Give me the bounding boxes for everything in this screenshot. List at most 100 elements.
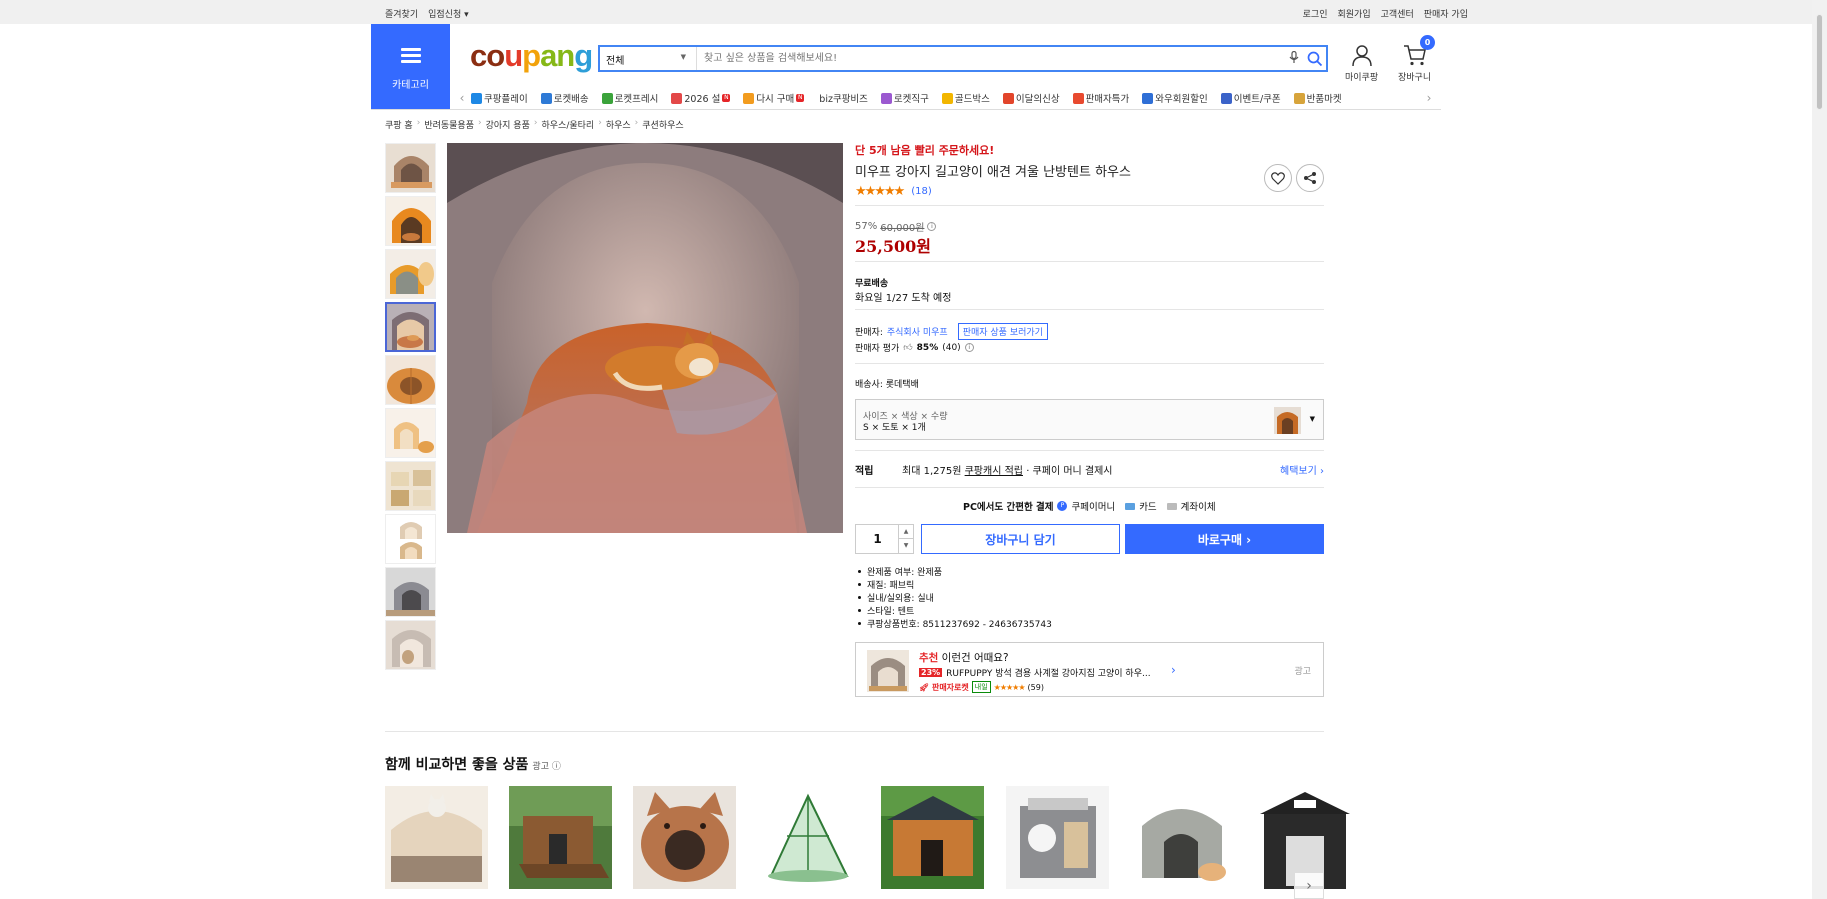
search-input[interactable] bbox=[697, 47, 1284, 70]
recommendation-name: RUFPUPPY 방석 겸용 사계절 강아지집 고양이 하우... bbox=[946, 669, 1151, 679]
nav-item[interactable]: 와우회원할인 bbox=[1142, 91, 1208, 105]
breadcrumb-item[interactable]: 쿠팡 홈 bbox=[385, 118, 413, 131]
thumbnail-image[interactable] bbox=[385, 355, 436, 405]
thumbnail-image[interactable] bbox=[385, 249, 436, 299]
nav-item-icon bbox=[941, 92, 953, 104]
nav-item[interactable]: 판매자특가 bbox=[1072, 91, 1129, 105]
add-to-cart-button[interactable]: 장바구니 담기 bbox=[921, 524, 1120, 554]
main-product-image[interactable] bbox=[447, 143, 843, 533]
user-icon bbox=[1351, 45, 1372, 67]
sale-price: 25,500원 bbox=[855, 237, 931, 256]
quantity-increase-button[interactable]: ▲ bbox=[898, 525, 913, 539]
option-value: S × 도토 × 1개 bbox=[863, 423, 926, 433]
info-icon[interactable]: i bbox=[927, 222, 937, 231]
share-button[interactable] bbox=[1296, 164, 1324, 192]
search-icon[interactable] bbox=[1304, 49, 1326, 69]
bookmark-link[interactable]: 즐겨찾기 bbox=[385, 7, 418, 20]
nav-item-icon bbox=[743, 92, 755, 104]
mypage-button[interactable]: 마이쿠팡 bbox=[1345, 43, 1378, 83]
cart-button[interactable]: 장바구니 0 bbox=[1398, 35, 1435, 83]
mypage-label: 마이쿠팡 bbox=[1345, 73, 1379, 83]
card-icon bbox=[1125, 502, 1136, 510]
chevron-right-icon[interactable]: › bbox=[1171, 663, 1176, 677]
coupang-logo[interactable]: coupang bbox=[470, 38, 593, 74]
divider bbox=[855, 261, 1324, 262]
category-menu-button[interactable]: 카테고리 bbox=[371, 24, 450, 109]
nav-prev-icon[interactable]: ‹ bbox=[453, 91, 471, 105]
quantity-input[interactable]: 1 bbox=[856, 525, 899, 553]
compare-product-image[interactable] bbox=[757, 786, 860, 889]
signup-link[interactable]: 회원가입 bbox=[1337, 7, 1370, 20]
compare-product-image[interactable] bbox=[881, 786, 984, 889]
option-select[interactable]: 사이즈 × 색상 × 수량 S × 도토 × 1개 ▼ bbox=[855, 399, 1324, 440]
breadcrumb-item[interactable]: 하우스/울타리 bbox=[541, 118, 594, 131]
section-divider bbox=[385, 731, 1324, 732]
seller-signup-link[interactable]: 판매자 가입 bbox=[1424, 7, 1468, 20]
nav-item[interactable]: 로켓직구 bbox=[880, 91, 929, 105]
compare-product-image[interactable] bbox=[1130, 786, 1233, 889]
breadcrumb-item[interactable]: 강아지 용품 bbox=[486, 118, 530, 131]
nav-item[interactable]: 쿠팡플레이 bbox=[471, 91, 528, 105]
page-scrollbar[interactable] bbox=[1812, 0, 1827, 899]
thumbnail-image[interactable] bbox=[385, 408, 436, 458]
nav-item[interactable]: 골드박스 bbox=[941, 91, 990, 105]
spec-item: 재질: 패브릭 bbox=[855, 578, 1052, 591]
breadcrumb-item[interactable]: 쿠션하우스 bbox=[642, 118, 683, 131]
info-icon[interactable]: i bbox=[964, 343, 974, 352]
nav-item[interactable]: biz쿠팡비즈 bbox=[817, 91, 868, 105]
nav-item[interactable]: 반품마켓 bbox=[1293, 91, 1342, 105]
recommendation-title: 추천 이런건 어때요? bbox=[919, 652, 1009, 664]
thumbnail-image-selected[interactable] bbox=[385, 302, 436, 352]
nav-item-label: 2026 설 bbox=[684, 94, 721, 105]
reward-row: 적립 최대 1,275원 쿠팡캐시 적립 · 쿠페이 머니 결제시 혜택보기 › bbox=[855, 462, 1324, 477]
seller-rating-value: 85% bbox=[916, 342, 939, 353]
spec-item: 쿠팡상품번호: 8511237692 - 24636735743 bbox=[855, 617, 1052, 630]
thumbs-up-icon: 👍︎ bbox=[903, 342, 913, 353]
rating-stars[interactable]: ★★★★★ (18) bbox=[855, 184, 932, 199]
nav-item[interactable]: 이달의신상 bbox=[1002, 91, 1060, 105]
breadcrumb-item[interactable]: 반려동물용품 bbox=[424, 118, 474, 131]
compare-product-image[interactable] bbox=[385, 786, 488, 889]
buy-now-button[interactable]: 바로구매 › bbox=[1125, 524, 1324, 554]
carousel-next-button[interactable]: › bbox=[1294, 872, 1324, 899]
compare-product-image[interactable] bbox=[633, 786, 736, 889]
nav-item[interactable]: 로켓프레시 bbox=[601, 91, 658, 105]
seller-apply-link[interactable]: 입점신청 ▾ bbox=[428, 7, 469, 20]
thumbnail-image[interactable] bbox=[385, 567, 436, 617]
seller-name-link[interactable]: 주식회사 미우프 bbox=[887, 325, 948, 338]
nav-item[interactable]: 로켓배송 bbox=[540, 91, 589, 105]
quantity-decrease-button[interactable]: ▼ bbox=[898, 539, 913, 553]
thumbnail-image[interactable] bbox=[385, 461, 436, 511]
nav-item[interactable]: 다시 구매 N bbox=[743, 91, 805, 105]
thumbnail-image[interactable] bbox=[385, 514, 436, 564]
microphone-icon[interactable] bbox=[1284, 50, 1304, 67]
nav-next-icon[interactable]: › bbox=[1420, 91, 1438, 105]
coupang-cash-link[interactable]: 쿠팡캐시 적립 bbox=[965, 462, 1023, 477]
login-link[interactable]: 로그인 bbox=[1303, 7, 1328, 20]
thumbnail-image[interactable] bbox=[385, 143, 436, 193]
seller-rating-count: (40) bbox=[942, 342, 961, 353]
recommendation-card[interactable]: 추천 이런건 어때요? 23% RUFPUPPY 방석 겸용 사계절 강아지집 고… bbox=[855, 642, 1324, 697]
benefits-link[interactable]: 혜택보기 › bbox=[1280, 462, 1324, 477]
seller-products-button[interactable]: 판매자 상품 보러가기 bbox=[957, 323, 1048, 340]
review-count[interactable]: (18) bbox=[911, 186, 932, 197]
nav-item[interactable]: 이벤트/쿠폰 bbox=[1220, 91, 1281, 105]
chevron-down-icon: ▼ bbox=[680, 53, 686, 61]
courier-info: 배송사: 롯데택배 bbox=[855, 380, 919, 390]
wishlist-button[interactable] bbox=[1264, 164, 1292, 192]
discount-badge: 23% bbox=[919, 668, 943, 677]
new-badge-icon: N bbox=[796, 94, 805, 102]
scrollbar-thumb[interactable] bbox=[1816, 14, 1823, 110]
compare-product-image[interactable] bbox=[1006, 786, 1109, 889]
recommendation-review-count: (59) bbox=[1027, 682, 1044, 692]
thumbnail-image[interactable] bbox=[385, 620, 436, 670]
nav-item[interactable]: 2026 설N bbox=[671, 91, 731, 105]
category-label: 카테고리 bbox=[392, 80, 429, 91]
compare-product-image[interactable] bbox=[509, 786, 612, 889]
bank-icon bbox=[1166, 502, 1177, 510]
thumbnail-image[interactable] bbox=[385, 196, 436, 246]
breadcrumb-item[interactable]: 하우스 bbox=[606, 118, 631, 131]
customer-center-link[interactable]: 고객센터 bbox=[1381, 7, 1414, 20]
search-scope-select[interactable]: 전체 ▼ bbox=[600, 47, 697, 70]
divider bbox=[855, 487, 1324, 488]
